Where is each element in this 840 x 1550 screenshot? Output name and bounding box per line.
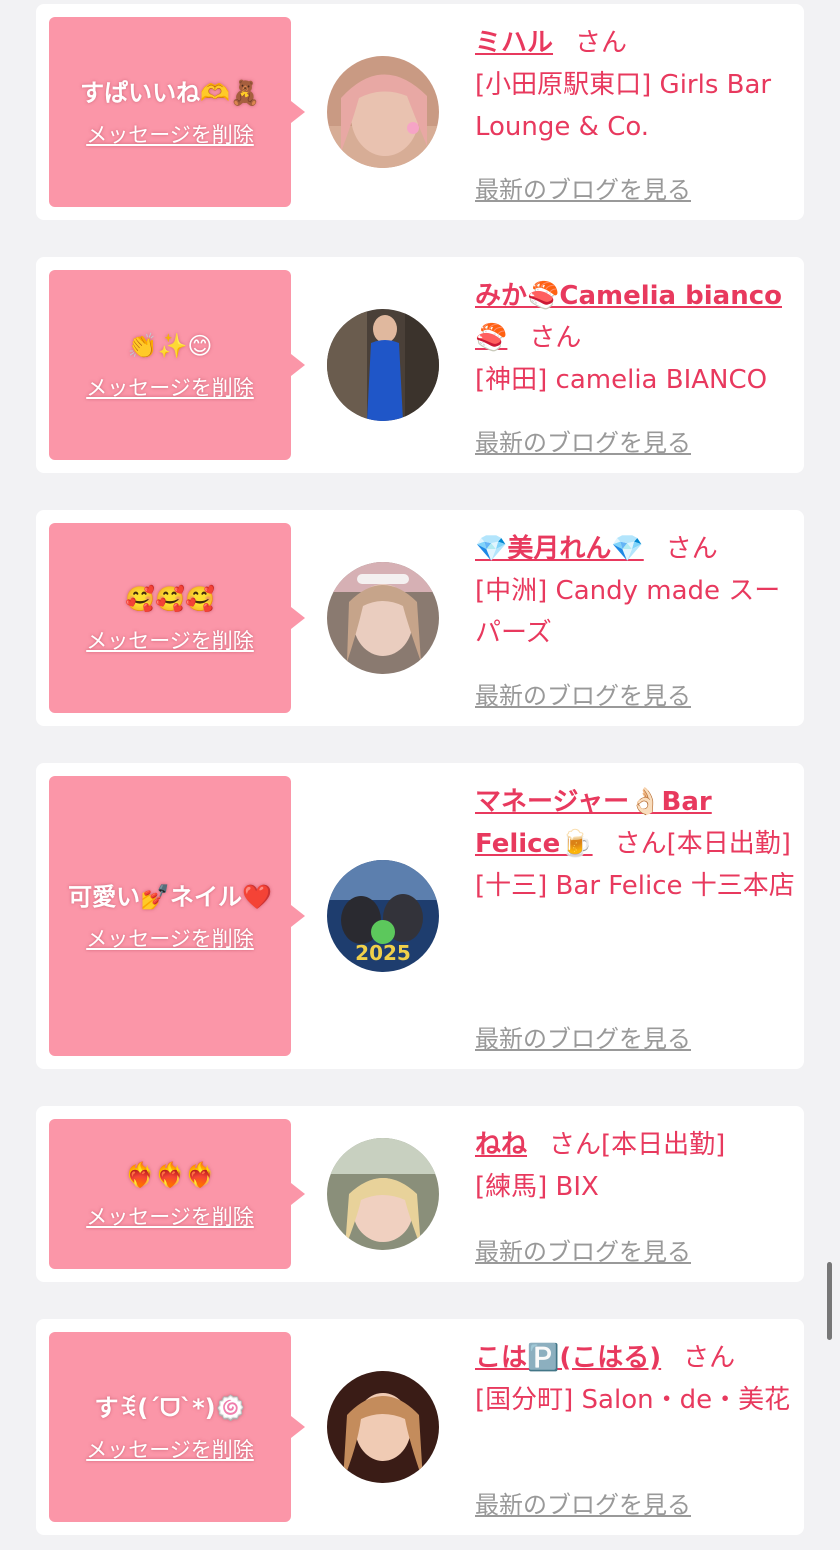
message-text: 可愛い💅ネイル❤️ [68, 883, 272, 911]
message-card: 🥰🥰🥰 メッセージを削除 💎美月れん💎 さん [中洲] Candy made スー… [36, 510, 804, 726]
delete-message-link[interactable]: メッセージを削除 [86, 1201, 254, 1231]
honorific: さん [549, 1130, 602, 1160]
store-name: [国分町] Salon・de・美花 [475, 1385, 791, 1415]
latest-blog-link[interactable]: 最新のブログを見る [475, 423, 691, 458]
latest-blog-link[interactable]: 最新のブログを見る [475, 1019, 691, 1054]
honorific: さん [683, 1343, 736, 1373]
user-info: ミハル さん [小田原駅東口] Girls Bar Lounge & Co. [475, 22, 795, 148]
latest-blog-link[interactable]: 最新のブログを見る [475, 1485, 691, 1520]
avatar[interactable] [327, 1371, 439, 1483]
message-text: ❤️‍🔥❤️‍🔥❤️‍🔥 [125, 1161, 215, 1189]
message-bubble: ❤️‍🔥❤️‍🔥❤️‍🔥 メッセージを削除 [49, 1119, 305, 1269]
message-bubble: 👏✨😊 メッセージを削除 [49, 270, 305, 460]
user-info: こは🅿️(こはる) さん [国分町] Salon・de・美花 [475, 1337, 795, 1421]
avatar[interactable]: 2025 [327, 860, 439, 972]
user-name-link[interactable]: ミハル [475, 28, 553, 58]
user-info: みか🍣Camelia bianco🍣 さん [神田] camelia BIANCO [475, 275, 795, 401]
delete-message-link[interactable]: メッセージを削除 [86, 625, 254, 655]
delete-message-link[interactable]: メッセージを削除 [86, 119, 254, 149]
avatar[interactable] [327, 1138, 439, 1250]
delete-message-link[interactable]: メッセージを削除 [86, 372, 254, 402]
avatar[interactable] [327, 56, 439, 168]
delete-message-link[interactable]: メッセージを削除 [86, 1434, 254, 1464]
user-info: ねね さん[本日出勤] [練馬] BIX [475, 1124, 795, 1208]
store-name: [十三] Bar Felice 十三本店 [475, 871, 795, 901]
user-name-link[interactable]: ねね [475, 1130, 527, 1160]
latest-blog-link[interactable]: 最新のブログを見る [475, 676, 691, 711]
message-bubble: すꉂ(ˊᗜˋ*)🍥 メッセージを削除 [49, 1332, 305, 1522]
message-bubble: 可愛い💅ネイル❤️ メッセージを削除 [49, 776, 305, 1056]
latest-blog-link[interactable]: 最新のブログを見る [475, 170, 691, 205]
message-bubble: 🥰🥰🥰 メッセージを削除 [49, 523, 305, 713]
user-info: マネージャー👌🏻Bar Felice🍺 さん[本日出勤] [十三] Bar Fel… [475, 781, 795, 907]
message-card: 👏✨😊 メッセージを削除 みか🍣Camelia bianco🍣 さん [神田] c… [36, 257, 804, 473]
attendance-status: [本日出勤] [601, 1130, 726, 1160]
user-name-link[interactable]: みか🍣Camelia bianco🍣 [475, 281, 782, 353]
message-card: 可愛い💅ネイル❤️ メッセージを削除 2025 マネージャー👌🏻Bar Feli… [36, 763, 804, 1069]
delete-message-link[interactable]: メッセージを削除 [86, 923, 254, 953]
message-bubble: すぱいいね🫶🧸 メッセージを削除 [49, 17, 305, 207]
store-name: [小田原駅東口] Girls Bar Lounge & Co. [475, 70, 772, 142]
user-name-link[interactable]: 💎美月れん💎 [475, 534, 644, 564]
avatar[interactable] [327, 309, 439, 421]
user-info: 💎美月れん💎 さん [中洲] Candy made スーパーズ [475, 528, 795, 654]
message-text: すꉂ(ˊᗜˋ*)🍥 [94, 1394, 246, 1422]
scrollbar[interactable] [827, 1262, 832, 1340]
honorific: さん [529, 323, 582, 353]
attendance-status: [本日出勤] [666, 829, 791, 859]
store-name: [神田] camelia BIANCO [475, 365, 768, 395]
honorific: さん [665, 534, 718, 564]
store-name: [中洲] Candy made スーパーズ [475, 576, 781, 648]
message-text: すぱいいね🫶🧸 [80, 79, 260, 107]
svg-text:2025: 2025 [355, 941, 411, 965]
message-text: 🥰🥰🥰 [125, 585, 215, 613]
latest-blog-link[interactable]: 最新のブログを見る [475, 1232, 691, 1267]
avatar[interactable] [327, 562, 439, 674]
user-name-link[interactable]: こは🅿️(こはる) [475, 1343, 661, 1373]
honorific: さん [614, 829, 667, 859]
message-card: ❤️‍🔥❤️‍🔥❤️‍🔥 メッセージを削除 ねね さん[本日出勤] [練馬] BI… [36, 1106, 804, 1282]
message-card: すꉂ(ˊᗜˋ*)🍥 メッセージを削除 こは🅿️(こはる) さん [国分町] Sal… [36, 1319, 804, 1535]
message-text: 👏✨😊 [127, 332, 213, 360]
message-card: すぱいいね🫶🧸 メッセージを削除 ミハル さん [小田原駅東口] Girls Ba… [36, 4, 804, 220]
store-name: [練馬] BIX [475, 1172, 599, 1202]
honorific: さん [575, 28, 628, 58]
